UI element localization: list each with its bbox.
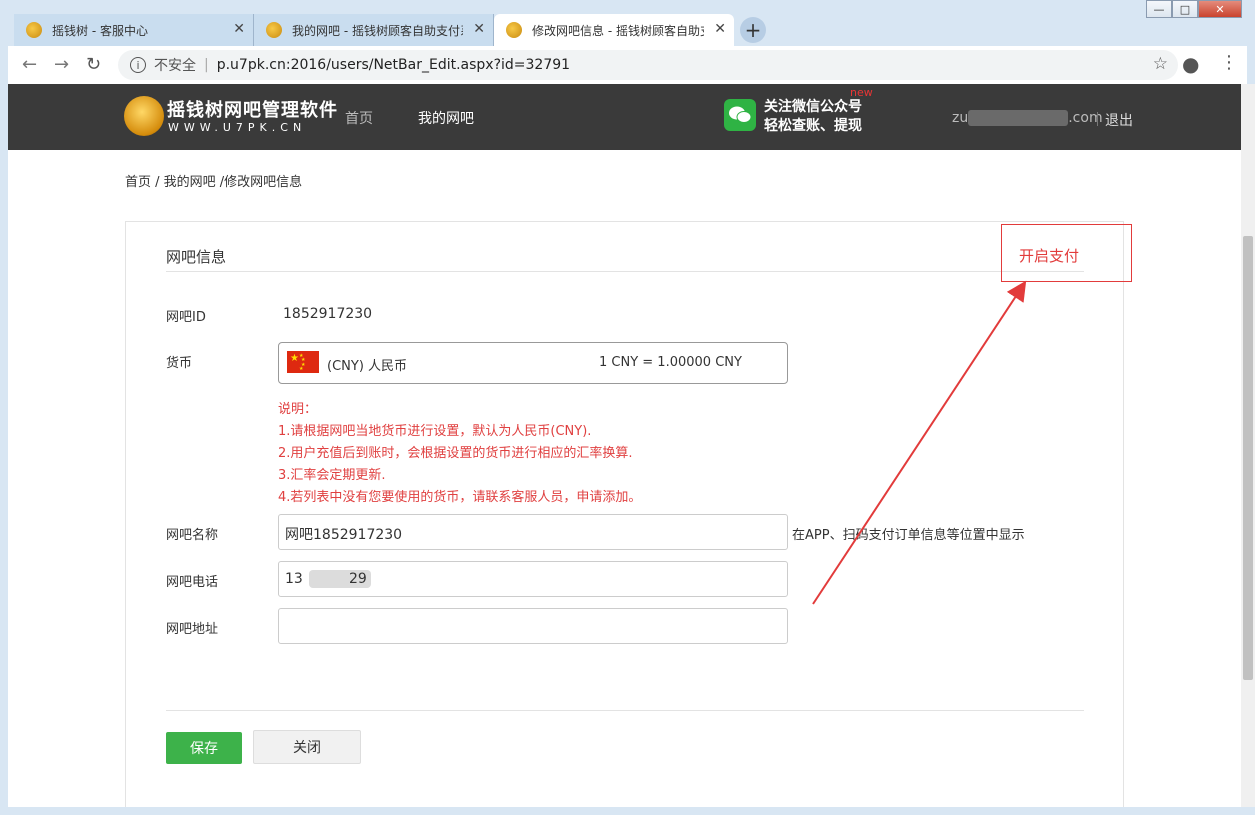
tab-my-netbar[interactable]: 我的网吧 - 摇钱树顾客自助支付系 ✕	[254, 14, 494, 46]
address-toolbar: ← → ↻ i 不安全 | p.u7pk.cn:2016/users/NetBa…	[8, 46, 1247, 84]
favicon-icon	[266, 22, 282, 38]
not-secure-label: 不安全	[154, 58, 196, 74]
address-bar[interactable]: i 不安全 | p.u7pk.cn:2016/users/NetBar_Edit…	[118, 50, 1178, 80]
url-text[interactable]: p.u7pk.cn:2016/users/NetBar_Edit.aspx?id…	[217, 57, 570, 73]
minimize-button[interactable]: —	[1146, 0, 1172, 18]
bookmark-star-icon[interactable]: ☆	[1153, 54, 1168, 74]
reload-icon[interactable]: ↻	[86, 54, 101, 75]
tab-service-center[interactable]: 摇钱树 - 客服中心 ✕	[14, 14, 254, 46]
tab-title: 修改网吧信息 - 摇钱树顾客自助支	[532, 23, 704, 38]
maximize-button[interactable]: □	[1172, 0, 1198, 18]
info-icon[interactable]: i	[130, 57, 146, 73]
close-icon[interactable]: ✕	[233, 21, 245, 37]
tab-edit-netbar[interactable]: 修改网吧信息 - 摇钱树顾客自助支 ✕	[494, 14, 734, 46]
back-icon[interactable]: ←	[22, 54, 37, 75]
close-icon[interactable]: ✕	[473, 21, 485, 37]
menu-icon[interactable]: ⋮	[1220, 52, 1238, 73]
close-window-button[interactable]: ✕	[1198, 0, 1242, 18]
omnibox-separator: |	[204, 57, 209, 73]
favicon-icon	[26, 22, 42, 38]
page-content: 摇钱树网吧管理软件 WWW.U7PK.CN 首页 我的网吧 关注微信公众号 轻松…	[8, 84, 1241, 807]
tab-title: 摇钱树 - 客服中心	[52, 23, 148, 38]
account-icon[interactable]: ●	[1182, 52, 1199, 76]
browser-window: — □ ✕ 摇钱树 - 客服中心 ✕ 我的网吧 - 摇钱树顾客自助支付系 ✕ 修…	[0, 0, 1255, 815]
new-tab-button[interactable]: +	[740, 17, 766, 43]
close-icon[interactable]: ✕	[714, 21, 726, 37]
favicon-icon	[506, 22, 522, 38]
forward-icon[interactable]: →	[54, 54, 69, 75]
scrollbar-thumb[interactable]	[1243, 236, 1253, 680]
tab-strip: 摇钱树 - 客服中心 ✕ 我的网吧 - 摇钱树顾客自助支付系 ✕ 修改网吧信息 …	[14, 14, 734, 46]
window-controls: — □ ✕	[1146, 0, 1242, 20]
tab-title: 我的网吧 - 摇钱树顾客自助支付系	[292, 23, 463, 38]
annotation-arrow	[812, 280, 1027, 605]
